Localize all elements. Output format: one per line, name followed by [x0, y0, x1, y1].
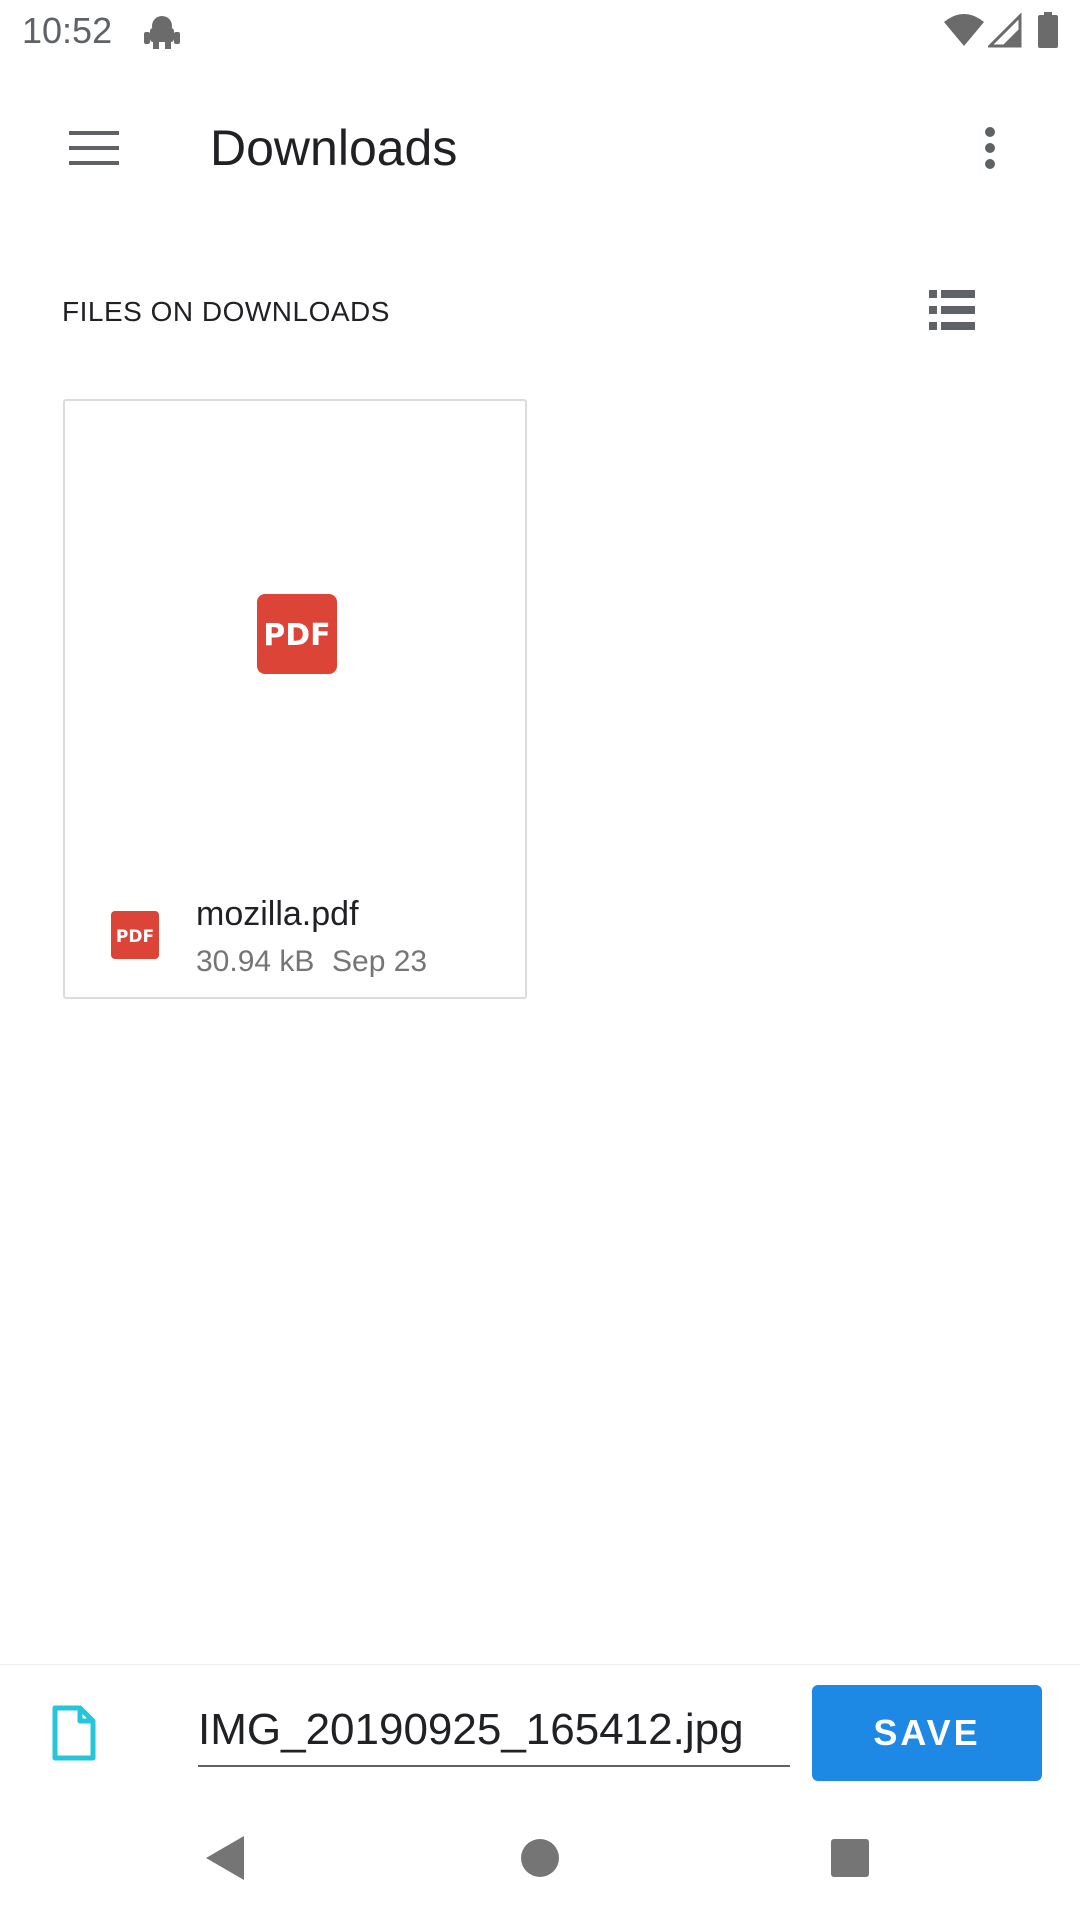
filename-input[interactable] — [198, 1695, 790, 1767]
recents-icon[interactable] — [830, 1838, 870, 1878]
status-time: 10:52 — [22, 10, 113, 51]
file-size: 30.94 kB — [196, 945, 315, 978]
file-name: mozilla.pdf — [196, 895, 359, 933]
pdf-file-icon: PDF — [111, 911, 159, 959]
document-icon — [52, 1705, 96, 1761]
back-icon[interactable] — [204, 1834, 248, 1882]
more-vert-icon — [985, 127, 995, 169]
save-bar: SAVE — [0, 1664, 1080, 1805]
hamburger-menu-icon — [69, 131, 119, 165]
page-title: Downloads — [210, 120, 458, 176]
wifi-icon — [944, 14, 984, 46]
pdf-thumbnail-icon: PDF — [257, 594, 337, 674]
navigation-bar — [0, 1808, 1080, 1920]
more-options-button[interactable] — [966, 118, 1014, 178]
pdf-file-icon-label: PDF — [116, 927, 154, 947]
list-view-icon — [929, 290, 975, 330]
battery-icon — [1038, 12, 1058, 48]
file-date: Sep 23 — [332, 945, 428, 978]
robot-icon — [144, 16, 180, 49]
menu-button[interactable] — [62, 120, 126, 176]
file-card[interactable]: PDF PDF mozilla.pdf 30.94 kB Sep 23 — [63, 399, 527, 999]
status-bar: 10:52 — [0, 0, 1080, 64]
list-view-toggle[interactable] — [926, 284, 978, 336]
pdf-thumbnail-label: PDF — [263, 618, 330, 653]
signal-icon — [988, 12, 1022, 48]
home-icon[interactable] — [520, 1838, 560, 1878]
section-header: FILES ON DOWNLOADS — [62, 296, 390, 327]
save-button[interactable]: SAVE — [812, 1685, 1042, 1781]
